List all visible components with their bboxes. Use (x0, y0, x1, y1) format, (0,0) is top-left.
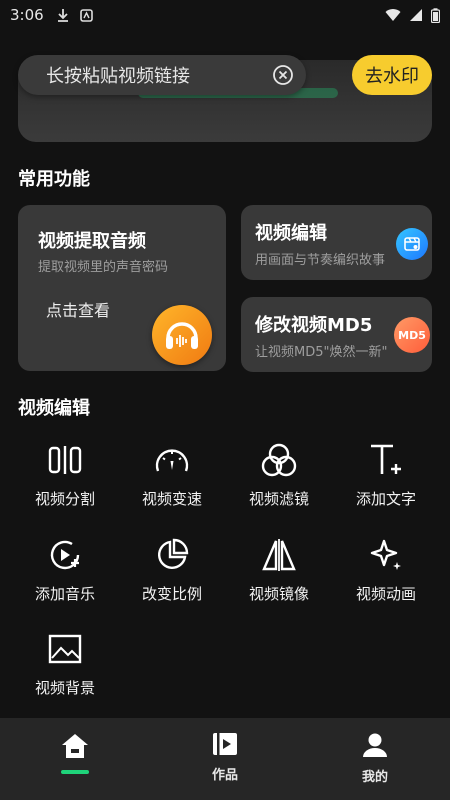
video-edit-icon (396, 228, 428, 260)
download-icon (57, 9, 68, 22)
card-subtitle: 用画面与节奏编织故事 (255, 253, 386, 268)
headphones-icon (152, 305, 212, 365)
tool-filter[interactable]: 视频滤镜 (229, 440, 329, 530)
md5-badge-icon: MD5 (394, 317, 430, 353)
status-bar: 3:06 (0, 0, 450, 30)
works-icon (213, 733, 237, 755)
add-text-icon (366, 440, 406, 480)
card-video-edit[interactable]: 视频编辑 用画面与节奏编织故事 (241, 205, 432, 280)
card-subtitle: 提取视频里的声音密码 (38, 260, 169, 275)
tool-label: 视频背景 (34, 679, 95, 697)
tool-label: 视频滤镜 (248, 490, 309, 508)
add-music-icon (45, 535, 85, 575)
section-title-tools: 视频编辑 (18, 398, 90, 419)
tool-mirror[interactable]: 视频镜像 (229, 535, 329, 625)
tool-label: 改变比例 (141, 585, 202, 603)
tool-animation[interactable]: 视频动画 (336, 535, 436, 625)
card-title: 视频提取音频 (38, 231, 146, 252)
sparkle-icon (366, 535, 406, 575)
mirror-icon (259, 535, 299, 575)
home-icon (62, 734, 88, 758)
split-icon (45, 440, 85, 480)
card-title: 修改视频MD5 (255, 315, 373, 336)
card-modify-md5[interactable]: 修改视频MD5 让视频MD5"焕然一新" MD5 (241, 297, 432, 372)
filter-icon (259, 440, 299, 480)
active-indicator (61, 770, 89, 774)
card-subtitle: 让视频MD5"焕然一新" (255, 345, 388, 360)
nav-label: 作品 (211, 768, 238, 783)
tool-label: 视频变速 (141, 490, 202, 508)
status-time: 3:06 (10, 6, 44, 24)
tool-speed[interactable]: 视频变速 (122, 440, 222, 530)
profile-icon (363, 733, 387, 757)
app-notification-icon (79, 8, 93, 22)
remove-watermark-button[interactable]: 去水印 (352, 55, 432, 95)
tool-label: 视频动画 (355, 585, 416, 603)
nav-home[interactable] (35, 732, 115, 774)
tool-label: 添加音乐 (34, 585, 95, 603)
view-link[interactable]: 点击查看 (46, 297, 110, 321)
tool-add-text[interactable]: 添加文字 (336, 440, 436, 530)
section-title-common: 常用功能 (18, 169, 90, 190)
background-image-icon (45, 629, 85, 669)
search-input[interactable]: 长按粘贴视频链接 (46, 62, 272, 88)
clear-icon[interactable] (272, 64, 294, 86)
card-title: 视频编辑 (255, 223, 327, 244)
tool-ratio[interactable]: 改变比例 (122, 535, 222, 625)
tool-label: 视频镜像 (248, 585, 309, 603)
tool-label: 添加文字 (355, 490, 416, 508)
tool-label: 视频分割 (34, 490, 95, 508)
signal-icon (410, 9, 422, 21)
speedometer-icon (152, 440, 192, 480)
nav-label: 我的 (361, 770, 388, 785)
wifi-icon (385, 9, 401, 21)
card-extract-audio[interactable]: 视频提取音频 提取视频里的声音密码 点击查看 (18, 205, 226, 371)
tool-split[interactable]: 视频分割 (15, 440, 115, 530)
bottom-nav: 作品 我的 (0, 718, 450, 800)
nav-mine[interactable]: 我的 (335, 732, 415, 785)
tool-add-music[interactable]: 添加音乐 (15, 535, 115, 625)
nav-works[interactable]: 作品 (185, 732, 265, 783)
tool-background[interactable]: 视频背景 (15, 629, 115, 719)
battery-icon (431, 7, 440, 23)
ratio-pie-icon (152, 535, 192, 575)
search-bar[interactable]: 长按粘贴视频链接 (18, 55, 306, 95)
